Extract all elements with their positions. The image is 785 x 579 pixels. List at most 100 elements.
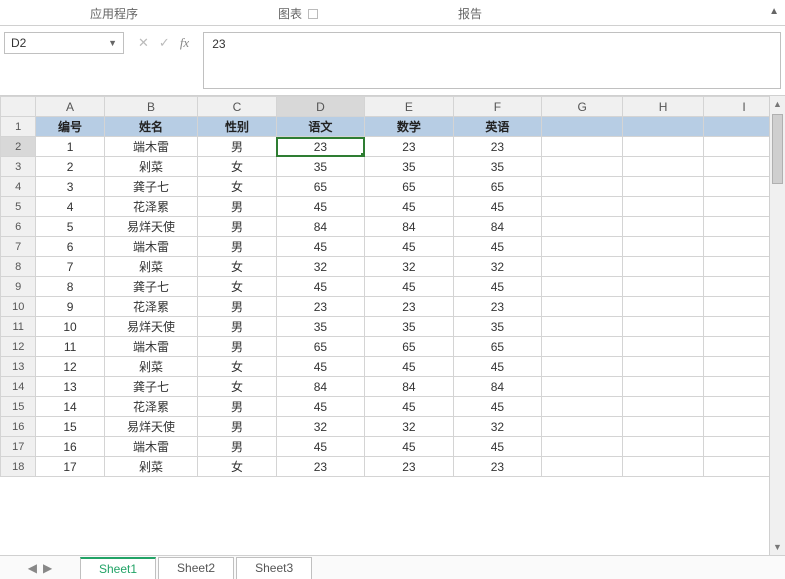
cell[interactable]: 84 <box>453 217 542 237</box>
cell[interactable] <box>542 457 623 477</box>
ribbon-group-reports[interactable]: 报告 <box>458 5 482 22</box>
name-box[interactable]: D2 ▼ <box>4 32 124 54</box>
column-header[interactable]: H <box>623 97 704 117</box>
cell[interactable]: 男 <box>198 417 276 437</box>
row-header[interactable]: 6 <box>1 217 36 237</box>
cell[interactable]: 45 <box>453 357 542 377</box>
cell[interactable]: 女 <box>198 457 276 477</box>
cell[interactable]: 65 <box>365 337 454 357</box>
cell[interactable]: 35 <box>365 317 454 337</box>
row-header[interactable]: 10 <box>1 297 36 317</box>
cell[interactable] <box>542 317 623 337</box>
sheet-tab[interactable]: Sheet3 <box>236 557 312 579</box>
cell[interactable]: 32 <box>276 257 365 277</box>
cell[interactable]: 45 <box>276 277 365 297</box>
tab-next-icon[interactable]: ▶ <box>43 561 52 575</box>
column-header[interactable]: F <box>453 97 542 117</box>
cell[interactable]: 龚子七 <box>104 277 198 297</box>
cell[interactable]: 45 <box>365 277 454 297</box>
cell[interactable] <box>542 217 623 237</box>
cell[interactable]: 易烊天使 <box>104 417 198 437</box>
cell[interactable]: 花泽累 <box>104 297 198 317</box>
cell[interactable] <box>542 357 623 377</box>
ribbon-group-apps[interactable]: 应用程序 <box>90 5 138 22</box>
cell[interactable]: 23 <box>453 137 542 157</box>
cell[interactable]: 84 <box>365 377 454 397</box>
cell[interactable]: 3 <box>36 177 104 197</box>
cell[interactable] <box>623 437 704 457</box>
cell[interactable]: 端木雷 <box>104 237 198 257</box>
cell[interactable] <box>542 137 623 157</box>
cell[interactable]: 男 <box>198 297 276 317</box>
cell[interactable]: 32 <box>365 257 454 277</box>
cancel-icon[interactable]: ✕ <box>138 35 149 51</box>
cell[interactable] <box>542 117 623 137</box>
column-header[interactable]: C <box>198 97 276 117</box>
cell[interactable]: 32 <box>276 417 365 437</box>
cell[interactable]: 23 <box>276 297 365 317</box>
cell[interactable]: 45 <box>453 397 542 417</box>
cell[interactable]: 16 <box>36 437 104 457</box>
cell[interactable]: 35 <box>365 157 454 177</box>
cell[interactable]: 23 <box>453 457 542 477</box>
cell[interactable] <box>623 257 704 277</box>
cell[interactable]: 23 <box>276 137 365 157</box>
cell[interactable]: 84 <box>453 377 542 397</box>
column-header[interactable]: E <box>365 97 454 117</box>
row-header[interactable]: 7 <box>1 237 36 257</box>
cell[interactable]: 花泽累 <box>104 197 198 217</box>
cell[interactable]: 女 <box>198 357 276 377</box>
cell[interactable] <box>542 417 623 437</box>
cell[interactable]: 45 <box>365 237 454 257</box>
scroll-up-icon[interactable]: ▲ <box>770 96 785 112</box>
cell[interactable]: 语文 <box>276 117 365 137</box>
cell[interactable] <box>542 277 623 297</box>
collapse-ribbon-icon[interactable]: ▲ <box>769 6 779 17</box>
cell[interactable] <box>623 177 704 197</box>
cell[interactable]: 英语 <box>453 117 542 137</box>
cell[interactable]: 12 <box>36 357 104 377</box>
cell[interactable] <box>623 117 704 137</box>
cell[interactable]: 84 <box>365 217 454 237</box>
vertical-scrollbar[interactable]: ▲ ▼ <box>769 96 785 555</box>
cell[interactable]: 性别 <box>198 117 276 137</box>
cell[interactable]: 23 <box>365 137 454 157</box>
cell[interactable] <box>623 237 704 257</box>
row-header[interactable]: 15 <box>1 397 36 417</box>
cell[interactable] <box>542 337 623 357</box>
cell[interactable]: 女 <box>198 257 276 277</box>
cell[interactable]: 剁菜 <box>104 457 198 477</box>
cell[interactable] <box>623 337 704 357</box>
cell[interactable]: 15 <box>36 417 104 437</box>
cell[interactable]: 45 <box>276 237 365 257</box>
cell[interactable] <box>542 157 623 177</box>
row-header[interactable]: 17 <box>1 437 36 457</box>
cell[interactable]: 龚子七 <box>104 377 198 397</box>
cell[interactable] <box>542 257 623 277</box>
row-header[interactable]: 5 <box>1 197 36 217</box>
cell[interactable]: 65 <box>365 177 454 197</box>
cell[interactable] <box>623 277 704 297</box>
cell[interactable] <box>623 357 704 377</box>
cell[interactable] <box>542 197 623 217</box>
sheet-tab[interactable]: Sheet2 <box>158 557 234 579</box>
row-header[interactable]: 2 <box>1 137 36 157</box>
column-header[interactable]: A <box>36 97 104 117</box>
cell[interactable]: 23 <box>365 297 454 317</box>
row-header[interactable]: 11 <box>1 317 36 337</box>
cell[interactable] <box>542 397 623 417</box>
cell[interactable]: 2 <box>36 157 104 177</box>
cell[interactable]: 35 <box>276 157 365 177</box>
cell[interactable]: 32 <box>453 257 542 277</box>
cell[interactable]: 易烊天使 <box>104 317 198 337</box>
cell[interactable]: 23 <box>453 297 542 317</box>
cell[interactable]: 龚子七 <box>104 177 198 197</box>
cell[interactable]: 45 <box>453 237 542 257</box>
cell[interactable]: 23 <box>276 457 365 477</box>
select-all-corner[interactable] <box>1 97 36 117</box>
cell[interactable]: 45 <box>365 397 454 417</box>
row-header[interactable]: 3 <box>1 157 36 177</box>
cell[interactable] <box>542 177 623 197</box>
column-header[interactable]: B <box>104 97 198 117</box>
cell[interactable]: 45 <box>365 197 454 217</box>
